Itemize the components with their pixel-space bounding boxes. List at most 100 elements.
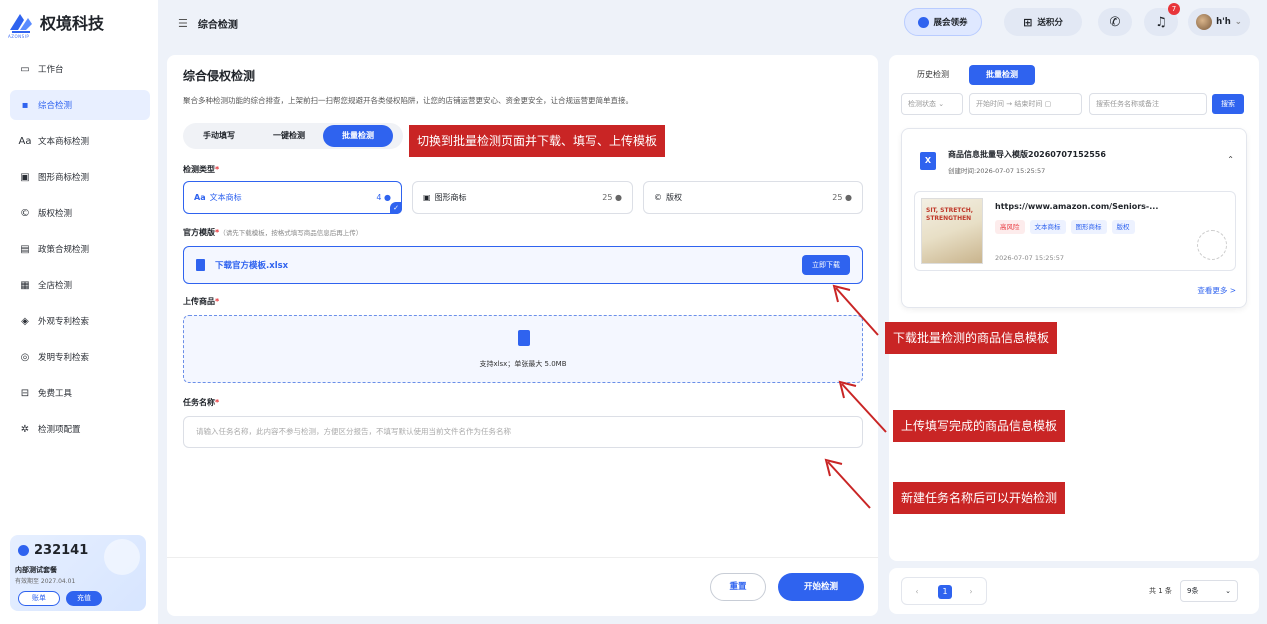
coin-icon: ● xyxy=(845,193,852,202)
upload-label-text: 上传商品 xyxy=(183,297,215,306)
template-download-box: 下载官方模板.xlsx 立即下载 xyxy=(183,246,863,284)
phone-button[interactable]: ✆ xyxy=(1098,8,1132,36)
notification-badge: 7 xyxy=(1168,3,1180,15)
task-card[interactable]: X 商品信息批量导入模版20260707152556 创建时间:2026-07-… xyxy=(901,128,1247,308)
sidebar-item-label: 版权检测 xyxy=(38,209,73,219)
points-balance: 232141 xyxy=(18,543,88,558)
page-size-select[interactable]: 9条 ⌄ xyxy=(1180,580,1238,602)
exhibition-coupon-button[interactable]: 展会领券 xyxy=(904,8,982,36)
grid-icon: ▪ xyxy=(21,99,29,111)
type-count: 25 ● xyxy=(832,193,852,202)
coupon-icon xyxy=(918,16,930,28)
product-time: 2026-07-07 15:25:57 xyxy=(995,254,1065,262)
sidebar-item-config[interactable]: ✲ 检测项配置 xyxy=(10,414,150,444)
topbar: ☰ 综合检测 展会领券 ⊞ 送积分 ✆ ♫ 7 h'h ⌄ xyxy=(158,0,1267,46)
decoration xyxy=(104,539,140,575)
type-option-image-trademark[interactable]: ▣ 图形商标 25 ● xyxy=(412,181,633,214)
sidebar-item-text-trademark[interactable]: Aa 文本商标检测 xyxy=(10,126,150,156)
gift-points-button[interactable]: ⊞ 送积分 xyxy=(1004,8,1082,36)
sidebar: AZONSIP 权境科技 ▭ 工作台 ▪ 综合检测 Aa 文本商标检测 ▣ 图形商标检测… xyxy=(0,0,158,624)
sidebar-item-free-tools[interactable]: ⊟ 免费工具 xyxy=(10,378,150,408)
page-number[interactable]: 1 xyxy=(938,585,952,599)
type-count-value: 4 xyxy=(376,193,382,202)
upload-label: 上传商品* xyxy=(183,296,219,307)
template-label: 官方模版*（请先下载模板，按格式填写商品信息后再上传） xyxy=(183,227,362,238)
sidebar-item-label: 综合检测 xyxy=(38,101,73,111)
check-icon: ✓ xyxy=(390,202,402,214)
bill-button[interactable]: 账单 xyxy=(18,591,60,606)
date-range-picker[interactable]: 开始时间 → 结束时间 ▢ xyxy=(969,93,1082,115)
sidebar-item-store[interactable]: ▦ 全店检测 xyxy=(10,270,150,300)
search-button[interactable]: 搜索 xyxy=(1212,94,1244,114)
cube-icon: ◈ xyxy=(21,315,29,327)
sidebar-item-comprehensive[interactable]: ▪ 综合检测 xyxy=(10,90,150,120)
annotation-task-name: 新建任务名称后可以开始检测 xyxy=(893,482,1066,514)
status-filter[interactable]: 检测状态 ⌄ xyxy=(901,93,963,115)
points-value: 232141 xyxy=(34,543,89,558)
chevron-left-icon[interactable]: ‹ xyxy=(910,585,924,599)
sidebar-item-workbench[interactable]: ▭ 工作台 xyxy=(10,54,150,84)
product-item[interactable]: SIT, STRETCH, STRENGTHEN https://www.ama… xyxy=(914,191,1236,271)
pagination: ‹ 1 › 共 1 条 9条 ⌄ xyxy=(889,568,1259,614)
menu-icon[interactable]: ☰ xyxy=(178,17,188,30)
required-mark: * xyxy=(215,398,220,407)
brand-sub: AZONSIP xyxy=(8,34,30,39)
text-icon: Aa xyxy=(18,135,32,147)
chevron-up-icon[interactable]: ⌃ xyxy=(1227,155,1234,164)
end-time: 结束时间 xyxy=(1014,100,1043,108)
toolbox-icon: ⊟ xyxy=(20,387,30,399)
task-name-input[interactable]: 请输入任务名称，此内容不参与检测，方便区分报告，不填写默认使用当前文件名作为任务… xyxy=(183,416,863,448)
annotation-switch-batch: 切换到批量检测页面并下载、填写、上传模板 xyxy=(409,125,666,157)
tab-manual[interactable]: 手动填写 xyxy=(187,125,251,147)
tab-batch-history[interactable]: 批量检测 xyxy=(969,65,1035,85)
tab-history[interactable]: 历史检测 xyxy=(901,65,965,85)
start-time: 开始时间 xyxy=(976,100,1004,108)
template-file-name[interactable]: 下载官方模板.xlsx xyxy=(215,259,288,271)
recharge-button[interactable]: 充值 xyxy=(66,591,102,606)
coin-icon xyxy=(18,545,29,556)
sidebar-item-label: 图形商标检测 xyxy=(38,173,90,183)
sidebar-nav: ▭ 工作台 ▪ 综合检测 Aa 文本商标检测 ▣ 图形商标检测 © 版权检测 ▤ 政策合规检… xyxy=(10,54,150,450)
upload-dropzone[interactable]: 支持xlsx；单张最大 5.0MB xyxy=(183,315,863,383)
type-option-text-trademark[interactable]: Aa 文本商标 4 ● ✓ xyxy=(183,181,402,214)
sidebar-item-policy[interactable]: ▤ 政策合规检测 xyxy=(10,234,150,264)
product-url[interactable]: https://www.amazon.com/Seniors-... xyxy=(995,202,1158,211)
sidebar-item-design-patent[interactable]: ◈ 外观专利检索 xyxy=(10,306,150,336)
bulb-icon: ◎ xyxy=(20,351,30,363)
account-card: 232141 内部测试套餐 有效期至 2027.04.01 账单 充值 xyxy=(10,535,146,611)
sidebar-item-invention-patent[interactable]: ◎ 发明专利检索 xyxy=(10,342,150,372)
download-button[interactable]: 立即下载 xyxy=(802,255,850,275)
chevron-right-icon[interactable]: › xyxy=(964,585,978,599)
brand-logo[interactable]: AZONSIP 权境科技 xyxy=(8,10,105,39)
sidebar-item-label: 检测项配置 xyxy=(38,425,81,435)
brand-name: 权境科技 xyxy=(40,14,105,33)
search-input[interactable]: 搜索任务名称或备注 xyxy=(1089,93,1207,115)
type-label-text: 检测类型 xyxy=(183,165,215,174)
template-label-text: 官方模版 xyxy=(183,228,215,237)
template-hint: （请先下载模板，按格式填写商品信息后再上传） xyxy=(219,229,363,237)
footer-divider xyxy=(167,557,878,558)
task-created-time: 创建时间:2026-07-07 15:25:57 xyxy=(948,167,1046,175)
coin-icon: ● xyxy=(615,193,622,202)
tab-batch[interactable]: 批量检测 xyxy=(323,125,393,147)
copyright-icon: © xyxy=(654,193,662,202)
tag-high-risk: 高风险 xyxy=(995,220,1025,234)
tab-one-click[interactable]: 一键检测 xyxy=(255,125,323,147)
sidebar-item-copyright[interactable]: © 版权检测 xyxy=(10,198,150,228)
text-icon: Aa xyxy=(194,193,206,202)
user-menu[interactable]: h'h ⌄ xyxy=(1188,8,1250,36)
sidebar-item-label: 发明专利检索 xyxy=(38,353,90,363)
view-more-link[interactable]: 查看更多 > xyxy=(1197,285,1236,296)
avatar xyxy=(1196,14,1213,30)
required-mark: * xyxy=(215,165,220,174)
sidebar-item-image-trademark[interactable]: ▣ 图形商标检测 xyxy=(10,162,150,192)
excel-file-icon: X xyxy=(920,152,936,170)
sidebar-item-label: 工作台 xyxy=(38,65,64,75)
start-detection-button[interactable]: 开始检测 xyxy=(778,573,864,601)
bell-icon: ♫ xyxy=(1155,14,1167,30)
type-option-copyright[interactable]: © 版权 25 ● xyxy=(643,181,863,214)
task-label-text: 任务名称 xyxy=(183,398,215,407)
sidebar-item-label: 文本商标检测 xyxy=(38,137,90,147)
history-tabs: 历史检测 批量检测 xyxy=(901,65,1041,85)
reset-button[interactable]: 重置 xyxy=(710,573,766,601)
